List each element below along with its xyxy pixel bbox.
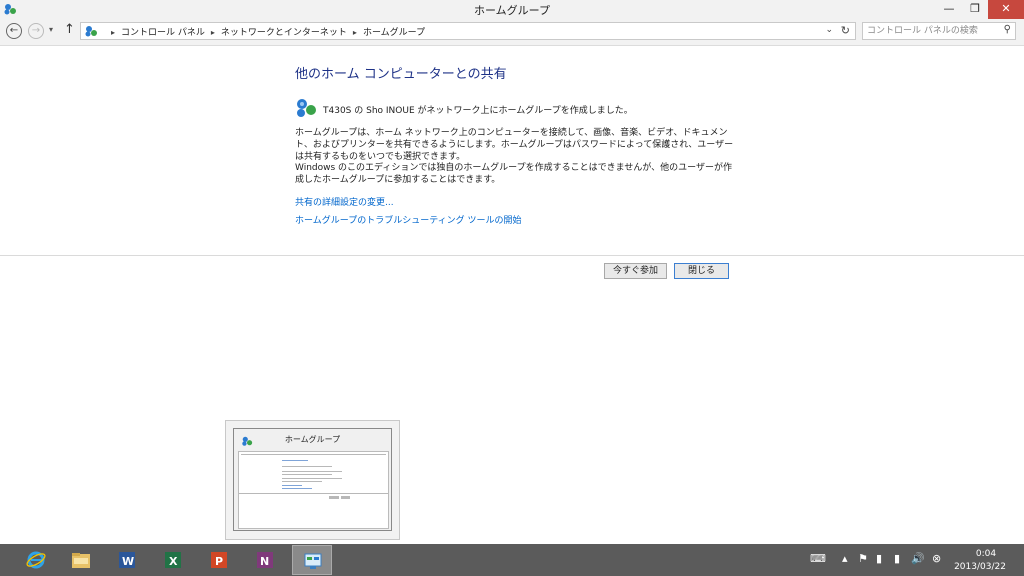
network-signal-icon[interactable]: ▮ — [894, 552, 900, 565]
close-icon[interactable]: ⊗ — [932, 552, 941, 565]
thumbnail-content — [238, 451, 389, 529]
homegroup-icon — [297, 99, 316, 117]
taskbar: W X P N ⌨ ▴ ⚑ ▮ ▮ 🔊 ⊗ — [0, 544, 1024, 576]
taskbar-excel[interactable]: X — [153, 545, 193, 575]
thumbnail-line — [329, 496, 339, 499]
action-center-flag-icon[interactable]: ⚑ — [858, 552, 868, 565]
search-box[interactable]: ⚲ — [862, 22, 1016, 40]
touch-keyboard-icon[interactable]: ⌨ — [810, 552, 826, 565]
chevron-right-icon[interactable]: ▸ — [211, 28, 215, 37]
navigation-bar: ← → ▾ ↑ ▸ コントロール パネル ▸ ネットワークとインターネット ▸ ホームグル… — [0, 19, 1024, 46]
address-bar[interactable]: ▸ コントロール パネル ▸ ネットワークとインターネット ▸ ホームグループ ⌄ ↻ — [80, 22, 856, 40]
up-button[interactable]: ↑ — [64, 22, 75, 37]
svg-text:W: W — [122, 555, 134, 568]
search-input[interactable] — [867, 24, 993, 38]
taskbar-word[interactable]: W — [107, 545, 147, 575]
advanced-sharing-link[interactable]: 共有の詳細設定の変更... — [295, 195, 394, 208]
divider — [0, 255, 1024, 256]
thumbnail-line — [241, 454, 386, 455]
breadcrumb-network-internet[interactable]: ネットワークとインターネット — [221, 28, 347, 38]
breadcrumb-homegroup[interactable]: ホームグループ — [363, 28, 425, 38]
page-title: 他のホーム コンピューターとの共有 — [295, 67, 507, 82]
control-panel-icon — [304, 553, 322, 569]
thumbnail-line — [282, 460, 308, 461]
close-button[interactable]: 閉じる — [674, 263, 729, 279]
troubleshooter-link[interactable]: ホームグループのトラブルシューティング ツールの開始 — [295, 213, 522, 226]
clock-time[interactable]: 0:04 — [966, 549, 1006, 559]
show-hidden-icons-icon[interactable]: ▴ — [842, 552, 848, 565]
svg-text:X: X — [169, 555, 178, 568]
taskbar-internet-explorer[interactable] — [16, 545, 56, 575]
close-window-button[interactable]: ✕ — [988, 0, 1024, 19]
back-button[interactable]: ← — [6, 23, 22, 39]
svg-text:N: N — [260, 555, 269, 568]
thumbnail-line — [282, 488, 312, 489]
taskbar-thumbnail-preview[interactable]: ホームグループ — [225, 420, 400, 540]
powerpoint-icon: P — [211, 552, 227, 568]
chevron-down-icon[interactable]: ⌄ — [825, 25, 833, 35]
taskbar-control-panel[interactable] — [292, 545, 332, 575]
taskbar-powerpoint[interactable]: P — [199, 545, 239, 575]
taskbar-onenote[interactable]: N — [245, 545, 285, 575]
chevron-right-icon[interactable]: ▸ — [353, 28, 357, 37]
breadcrumb-control-panel[interactable]: コントロール パネル — [121, 28, 205, 38]
search-icon[interactable]: ⚲ — [1004, 24, 1011, 35]
description-paragraph: ホームグループは、ホーム ネットワーク上のコンピューターを接続して、画像、音楽、… — [295, 128, 734, 162]
thumbnail-line — [282, 471, 342, 472]
thumbnail-title: ホームグループ — [284, 435, 341, 444]
edition-notice: Windows のこのエディションでは独自のホームグループを作成することはできま… — [295, 163, 732, 185]
chevron-right-icon[interactable]: ▸ — [111, 28, 115, 37]
thumbnail-line — [341, 496, 350, 499]
power-icon[interactable]: ▮ — [876, 552, 882, 565]
creator-message: T430S の Sho INOUE がネットワーク上にホームグループを作成しまし… — [323, 106, 633, 116]
thumbnail-line — [239, 493, 388, 494]
title-bar: ホームグループ — ❐ ✕ — [0, 0, 1024, 19]
thumbnail-line — [282, 478, 342, 479]
taskbar-file-explorer[interactable] — [61, 545, 101, 575]
thumbnail-line — [282, 466, 332, 467]
homegroup-icon — [85, 26, 97, 37]
window-title: ホームグループ — [473, 4, 550, 17]
clock-date[interactable]: 2013/03/22 — [950, 562, 1010, 572]
thumbnail-window: ホームグループ — [233, 428, 392, 531]
refresh-icon[interactable]: ↻ — [841, 24, 850, 37]
volume-icon[interactable]: 🔊 — [911, 552, 925, 565]
breadcrumb: ▸ コントロール パネル ▸ ネットワークとインターネット ▸ ホームグループ — [105, 25, 425, 38]
excel-icon: X — [165, 552, 181, 568]
thumbnail-line — [282, 481, 322, 482]
thumbnail-line — [282, 485, 302, 486]
minimize-button[interactable]: — — [936, 0, 962, 19]
join-now-button[interactable]: 今すぐ参加 — [604, 263, 667, 279]
thumbnail-line — [282, 474, 332, 475]
folder-icon — [72, 553, 90, 568]
internet-explorer-icon — [26, 551, 46, 569]
restore-button[interactable]: ❐ — [962, 0, 988, 19]
onenote-icon: N — [257, 552, 273, 568]
forward-button[interactable]: → — [28, 23, 44, 39]
recent-locations-dropdown-icon[interactable]: ▾ — [49, 25, 53, 34]
word-icon: W — [119, 552, 135, 568]
svg-text:P: P — [215, 555, 223, 568]
